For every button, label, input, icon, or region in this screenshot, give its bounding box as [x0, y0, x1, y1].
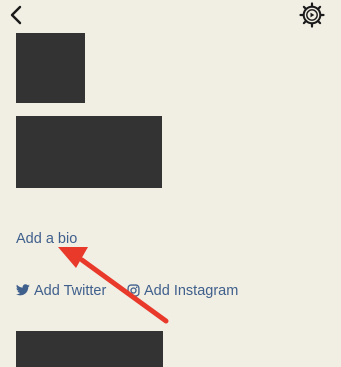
bottom-content-redacted — [16, 331, 163, 367]
avatar-redacted — [16, 33, 85, 103]
add-twitter-link[interactable]: Add Twitter — [16, 282, 106, 300]
settings-button[interactable] — [299, 2, 325, 28]
gear-play-icon — [299, 2, 325, 28]
add-bio-link[interactable]: Add a bio — [16, 230, 77, 248]
profile-name-redacted — [16, 116, 162, 188]
instagram-icon — [127, 284, 140, 297]
twitter-label: Add Twitter — [34, 283, 107, 299]
back-button[interactable] — [6, 3, 28, 27]
chevron-left-icon — [10, 5, 22, 25]
instagram-label: Add Instagram — [144, 283, 239, 299]
add-instagram-link[interactable]: Add Instagram — [127, 282, 238, 300]
twitter-bird-icon — [16, 284, 30, 296]
